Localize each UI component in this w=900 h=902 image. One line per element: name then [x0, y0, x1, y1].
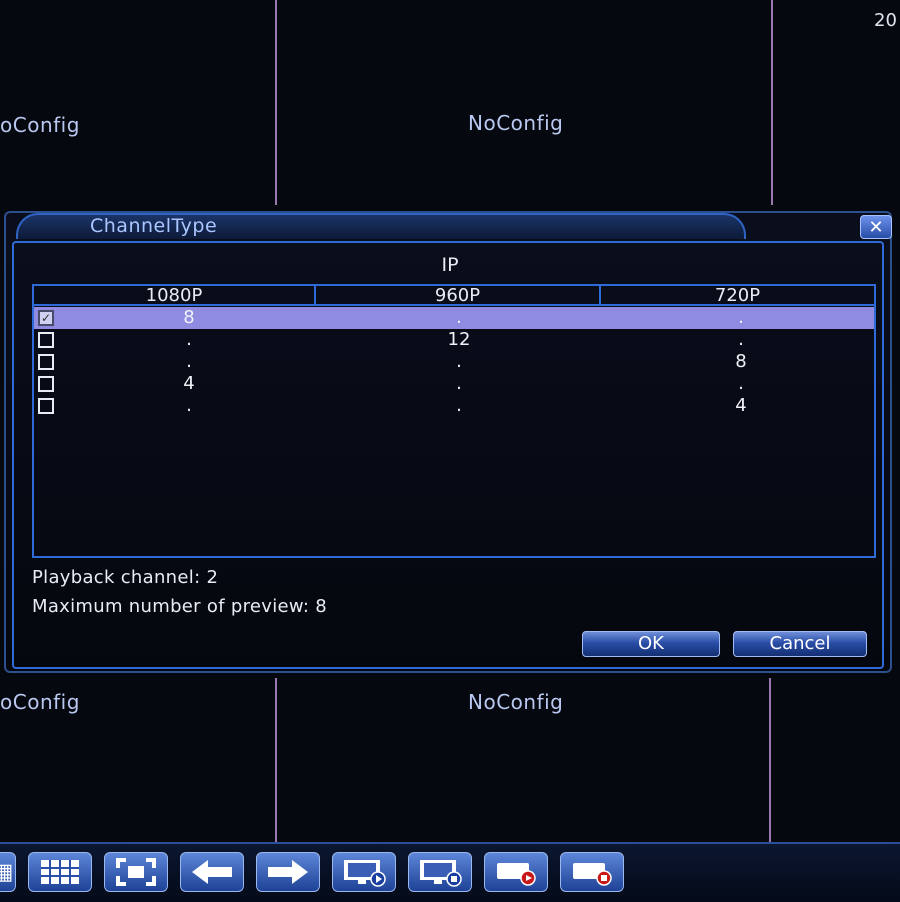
column-header-960p: 960P — [316, 286, 601, 306]
row-checkbox[interactable] — [38, 376, 54, 392]
row-checkbox[interactable] — [38, 354, 54, 370]
table-row[interactable]: 4 . . — [34, 373, 874, 395]
table-header: 1080P 960P 720P — [34, 286, 874, 306]
ok-button[interactable]: OK — [582, 631, 720, 657]
column-header-1080p: 1080P — [34, 286, 316, 306]
channel-label: NoConfig — [468, 111, 564, 135]
cell-960p: . — [456, 373, 462, 394]
arrow-right-icon — [268, 860, 308, 884]
next-button[interactable] — [256, 852, 320, 892]
fullscreen-button[interactable] — [104, 852, 168, 892]
monitor-stop-button[interactable] — [408, 852, 472, 892]
close-button[interactable]: ✕ — [860, 215, 892, 239]
max-preview-text: Maximum number of preview: 8 — [32, 596, 328, 617]
clock-text: 20 — [874, 10, 897, 31]
cell-720p: . — [738, 307, 744, 328]
column-header-720p: 720P — [601, 286, 874, 306]
grid-line-v3 — [275, 678, 277, 843]
table-row[interactable]: . 12 . — [34, 329, 874, 351]
channel-type-table: 1080P 960P 720P ✓ 8 . . . 12 . . . 8 4 .… — [32, 284, 876, 558]
grid-view-button[interactable] — [28, 852, 92, 892]
single-view-button[interactable]: ▦ — [0, 852, 16, 892]
record-stop-icon — [573, 863, 612, 886]
dialog-title-tab: ChannelType — [16, 213, 746, 239]
monitor-stop-icon — [420, 860, 462, 887]
grid-line-v2 — [771, 0, 773, 205]
cell-960p: 12 — [447, 329, 471, 350]
cell-1080p: . — [186, 351, 192, 372]
monitor-play-button[interactable] — [332, 852, 396, 892]
cell-960p: . — [456, 351, 462, 372]
table-row[interactable]: . . 4 — [34, 395, 874, 417]
previous-button[interactable] — [180, 852, 244, 892]
cell-1080p: 4 — [183, 373, 195, 394]
cell-1080p: . — [186, 395, 192, 416]
table-row[interactable]: ✓ 8 . . — [34, 307, 874, 329]
cell-1080p: 8 — [183, 307, 195, 328]
fullscreen-icon — [116, 858, 156, 886]
record-button[interactable] — [484, 852, 548, 892]
cell-1080p: . — [186, 329, 192, 350]
record-stop-button[interactable] — [560, 852, 624, 892]
ip-group-label: IP — [441, 254, 459, 276]
cell-960p: . — [456, 395, 462, 416]
cell-720p: 4 — [735, 395, 747, 416]
grid-view-icon — [41, 860, 79, 884]
channel-label: NoConfig — [468, 690, 564, 714]
playback-channel-text: Playback channel: 2 — [32, 567, 219, 588]
monitor-play-icon — [344, 860, 386, 887]
channel-label: oConfig — [0, 690, 80, 714]
close-icon: ✕ — [868, 216, 884, 238]
dialog-title: ChannelType — [90, 215, 218, 237]
cell-960p: . — [456, 307, 462, 328]
channel-label: oConfig — [0, 113, 80, 137]
cell-720p: 8 — [735, 351, 747, 372]
grid-line-v1 — [275, 0, 277, 205]
row-checkbox[interactable]: ✓ — [38, 310, 54, 326]
row-checkbox[interactable] — [38, 332, 54, 348]
record-icon — [497, 863, 536, 886]
cancel-button[interactable]: Cancel — [733, 631, 867, 657]
grid-line-v4 — [769, 678, 771, 843]
arrow-left-icon — [192, 860, 232, 884]
single-view-icon: ▦ — [0, 859, 14, 885]
cell-720p: . — [738, 373, 744, 394]
cell-720p: . — [738, 329, 744, 350]
table-row[interactable]: . . 8 — [34, 351, 874, 373]
row-checkbox[interactable] — [38, 398, 54, 414]
